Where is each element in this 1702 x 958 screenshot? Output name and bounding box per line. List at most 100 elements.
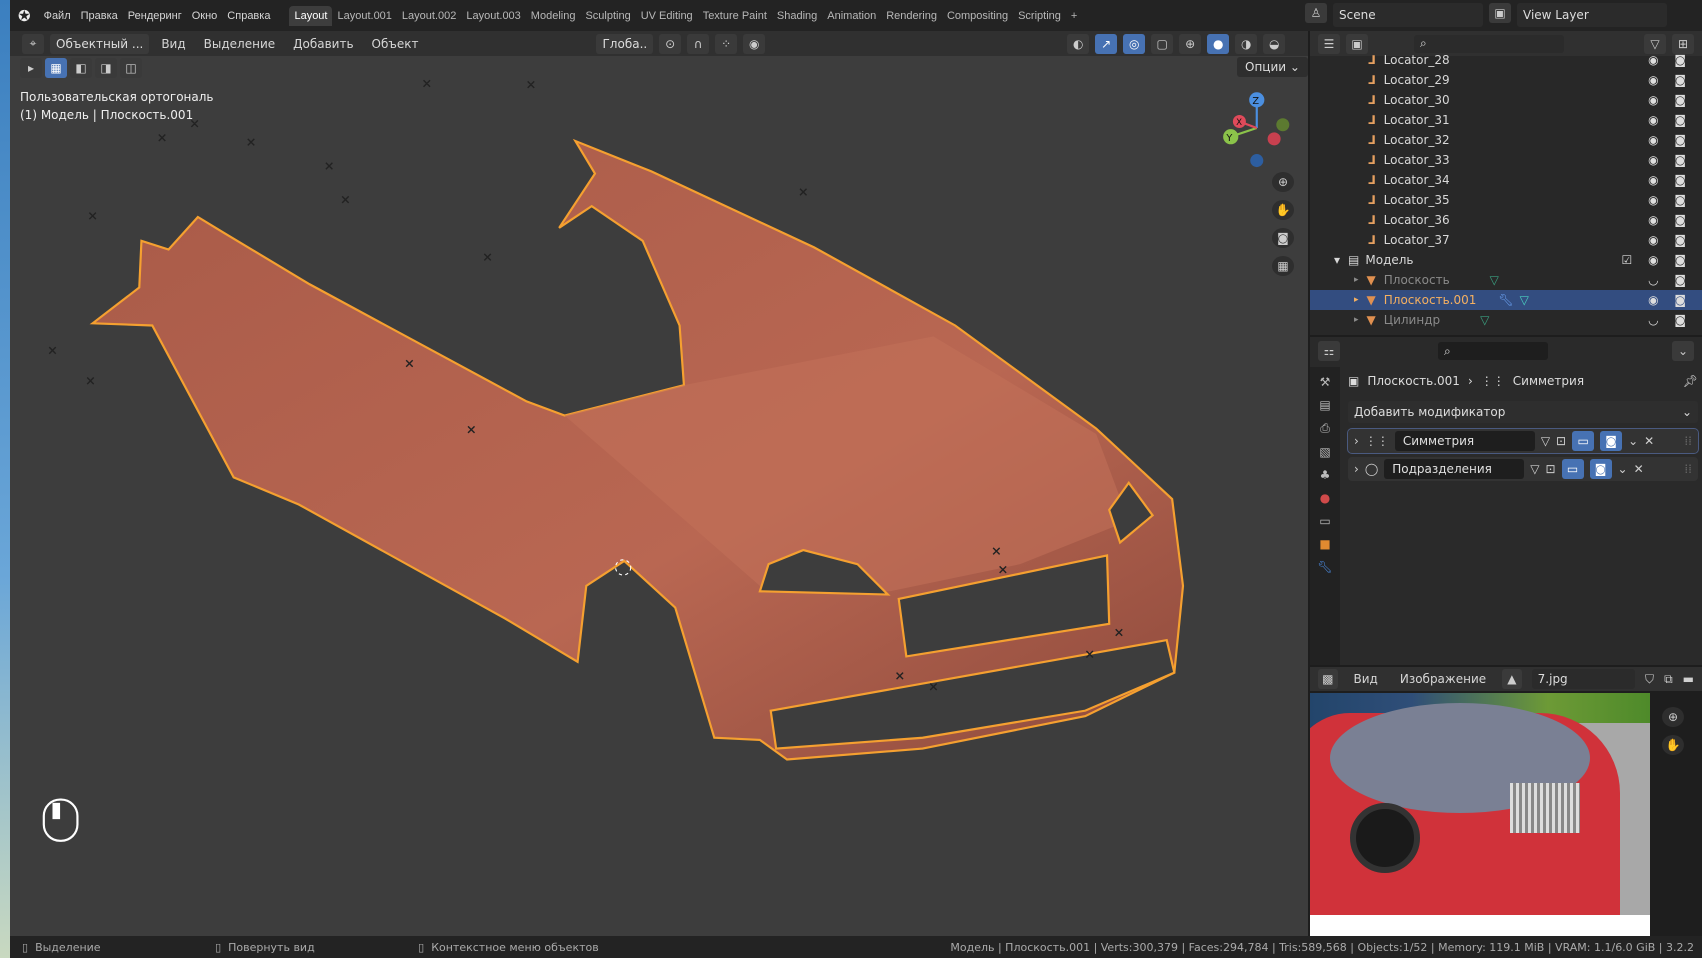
- modifier-icon[interactable]: 🔧︎: [1498, 293, 1513, 307]
- select-extend-icon[interactable]: ◧: [70, 58, 92, 78]
- expand-arrow-icon[interactable]: ▸: [1354, 295, 1359, 305]
- drag-handle-icon[interactable]: ⁞⁞: [1684, 434, 1692, 448]
- modifier-panel[interactable]: › ◯ Подразделения ▽ ⊡ ▭ ◙ ⌄ ✕ ⁞⁞: [1348, 457, 1698, 481]
- menu-image[interactable]: Изображение: [1394, 670, 1492, 688]
- cage-icon[interactable]: ⊡: [1545, 462, 1555, 476]
- visibility-toggle-icon[interactable]: ◉ ◙: [1648, 133, 1692, 147]
- menu-file[interactable]: Файл: [39, 7, 76, 25]
- outliner-item[interactable]: ⅃ Locator_33 ◉ ◙: [1310, 150, 1702, 170]
- modifier-name-field[interactable]: Симметрия: [1394, 431, 1535, 451]
- tab-layout-001[interactable]: Layout.001: [332, 6, 396, 26]
- camera-icon[interactable]: ◙: [1272, 228, 1294, 248]
- tab-compositing[interactable]: Compositing: [942, 6, 1013, 26]
- overlay-icon[interactable]: ◎: [1123, 33, 1146, 54]
- outliner-item[interactable]: ▸ ▼ Плоскость.001 🔧︎ ▽ ◉ ◙: [1310, 290, 1702, 310]
- render-icon[interactable]: ◙: [1600, 431, 1623, 451]
- tab-sculpting[interactable]: Sculpting: [580, 6, 635, 26]
- tab-shading[interactable]: Shading: [772, 6, 822, 26]
- menu-object[interactable]: Объект: [366, 35, 425, 53]
- new-image-icon[interactable]: ⧉: [1664, 672, 1673, 687]
- visibility-toggle-icon[interactable]: ◡ ◙: [1648, 313, 1692, 327]
- menu-help[interactable]: Справка: [222, 7, 275, 25]
- visibility-toggle-icon[interactable]: ◉ ◙: [1648, 193, 1692, 207]
- delete-modifier-icon[interactable]: ✕: [1644, 434, 1654, 448]
- visibility-toggle-icon[interactable]: ◉ ◙: [1648, 213, 1692, 227]
- outliner-item[interactable]: ▸ ▼ Плоскость ▽ ◡ ◙: [1310, 270, 1702, 290]
- visibility-toggle-icon[interactable]: ☑ ◉ ◙: [1622, 253, 1693, 267]
- tab-animation[interactable]: Animation: [822, 6, 881, 26]
- tab-uv-editing[interactable]: UV Editing: [636, 6, 698, 26]
- options-dropdown[interactable]: Опции ⌄: [1237, 57, 1308, 77]
- modifier-panel[interactable]: › ⋮⋮ Симметрия ▽ ⊡ ▭ ◙ ⌄ ✕ ⁞⁞: [1347, 428, 1699, 454]
- tab-rendering[interactable]: Rendering: [881, 6, 942, 26]
- outliner-item[interactable]: ⅃ Locator_29 ◉ ◙: [1310, 70, 1702, 90]
- viewport-display-icon[interactable]: ▭: [1572, 431, 1595, 451]
- outliner-item[interactable]: ⅃ Locator_34 ◉ ◙: [1310, 170, 1702, 190]
- fake-user-icon[interactable]: ⛉: [1645, 672, 1654, 687]
- visibility-toggle-icon[interactable]: ◉ ◙: [1648, 153, 1692, 167]
- pin-icon[interactable]: 📌︎: [1683, 374, 1698, 388]
- outliner-item[interactable]: ⅃ Locator_30 ◉ ◙: [1310, 90, 1702, 110]
- visibility-icon[interactable]: ◐: [1067, 33, 1090, 54]
- pan-hand-icon[interactable]: ✋: [1662, 735, 1684, 755]
- zoom-icon[interactable]: ⊕: [1272, 172, 1294, 192]
- outliner-item[interactable]: ▾ ▤ Модель ☑ ◉ ◙: [1310, 250, 1702, 270]
- visibility-toggle-icon[interactable]: ◉ ◙: [1648, 53, 1692, 67]
- visibility-toggle-icon[interactable]: ◉ ◙: [1648, 113, 1692, 127]
- tab-layout-002[interactable]: Layout.002: [397, 6, 461, 26]
- scene-tab-icon[interactable]: ♣: [1320, 468, 1331, 482]
- dropdown-icon[interactable]: ⌄: [1618, 462, 1628, 476]
- menu-view[interactable]: Вид: [155, 35, 191, 53]
- visibility-toggle-icon[interactable]: ◉ ◙: [1648, 293, 1692, 307]
- outliner-item[interactable]: ⅃ Locator_36 ◉ ◙: [1310, 210, 1702, 230]
- menu-edit[interactable]: Правка: [76, 7, 123, 25]
- outliner-item[interactable]: ▸ ▼ Цилиндр ▽ ◡ ◙: [1310, 310, 1702, 330]
- pan-hand-icon[interactable]: ✋: [1272, 200, 1294, 220]
- render-icon[interactable]: ◙: [1589, 459, 1612, 479]
- editor-type-icon[interactable]: ⚏: [1318, 341, 1340, 361]
- cage-icon[interactable]: ⊡: [1556, 434, 1566, 448]
- add-workspace-button[interactable]: +: [1066, 6, 1082, 26]
- edit-mode-icon[interactable]: ▽: [1541, 434, 1550, 448]
- mode-dropdown[interactable]: Объектный ...: [50, 33, 150, 54]
- tab-scripting[interactable]: Scripting: [1013, 6, 1066, 26]
- visibility-toggle-icon[interactable]: ◉ ◙: [1648, 233, 1692, 247]
- outliner-item[interactable]: ⅃ Locator_37 ◉ ◙: [1310, 230, 1702, 250]
- grid-icon[interactable]: ▦: [1272, 256, 1294, 276]
- rendered-shading-icon[interactable]: ◒: [1263, 33, 1286, 54]
- material-shading-icon[interactable]: ◑: [1235, 33, 1258, 54]
- menu-render[interactable]: Рендеринг: [123, 7, 187, 25]
- editor-type-icon[interactable]: ▩: [1318, 669, 1338, 689]
- image-name-field[interactable]: 7.jpg: [1531, 669, 1636, 689]
- expand-arrow-icon[interactable]: ▸: [1354, 275, 1359, 285]
- menu-select[interactable]: Выделение: [198, 35, 281, 53]
- expand-arrow-icon[interactable]: ▾: [1334, 253, 1340, 267]
- view-layer-icon[interactable]: ▣: [1489, 3, 1511, 23]
- menu-window[interactable]: Окно: [187, 7, 223, 25]
- view-layer-tab-icon[interactable]: ▧: [1319, 445, 1330, 459]
- visibility-toggle-icon[interactable]: ◉ ◙: [1648, 173, 1692, 187]
- view-layer-field[interactable]: View Layer: [1517, 3, 1667, 27]
- visibility-toggle-icon[interactable]: ◡ ◙: [1648, 273, 1692, 287]
- dropdown-icon[interactable]: ⌄: [1628, 434, 1638, 448]
- output-tab-icon[interactable]: ⎙: [1320, 421, 1330, 436]
- tab-modeling[interactable]: Modeling: [526, 6, 581, 26]
- world-tab-icon[interactable]: ●: [1320, 491, 1330, 505]
- outliner-item[interactable]: ⅃ Locator_35 ◉ ◙: [1310, 190, 1702, 210]
- transform-orientation-dropdown[interactable]: Глоба..: [596, 33, 654, 54]
- delete-modifier-icon[interactable]: ✕: [1634, 462, 1644, 476]
- mesh-data-icon[interactable]: ▽: [1480, 313, 1489, 327]
- solid-shading-icon[interactable]: ●: [1207, 33, 1230, 54]
- blender-logo-icon[interactable]: ✪: [18, 7, 31, 25]
- select-intersect-icon[interactable]: ◫: [120, 58, 142, 78]
- add-modifier-dropdown[interactable]: Добавить модификатор ⌄: [1348, 401, 1698, 423]
- snap-icon[interactable]: ∩: [687, 33, 710, 54]
- 3d-viewport[interactable]: [10, 56, 1308, 936]
- modifier-tab-icon[interactable]: 🔧︎: [1317, 560, 1332, 574]
- menu-view[interactable]: Вид: [1348, 670, 1384, 688]
- tab-layout-003[interactable]: Layout.003: [461, 6, 525, 26]
- collection-tab-icon[interactable]: ▭: [1319, 514, 1330, 528]
- object-tab-icon[interactable]: ■: [1319, 537, 1330, 551]
- proportional-edit-icon[interactable]: ◉: [743, 33, 766, 54]
- expand-arrow-icon[interactable]: ▸: [1354, 315, 1359, 325]
